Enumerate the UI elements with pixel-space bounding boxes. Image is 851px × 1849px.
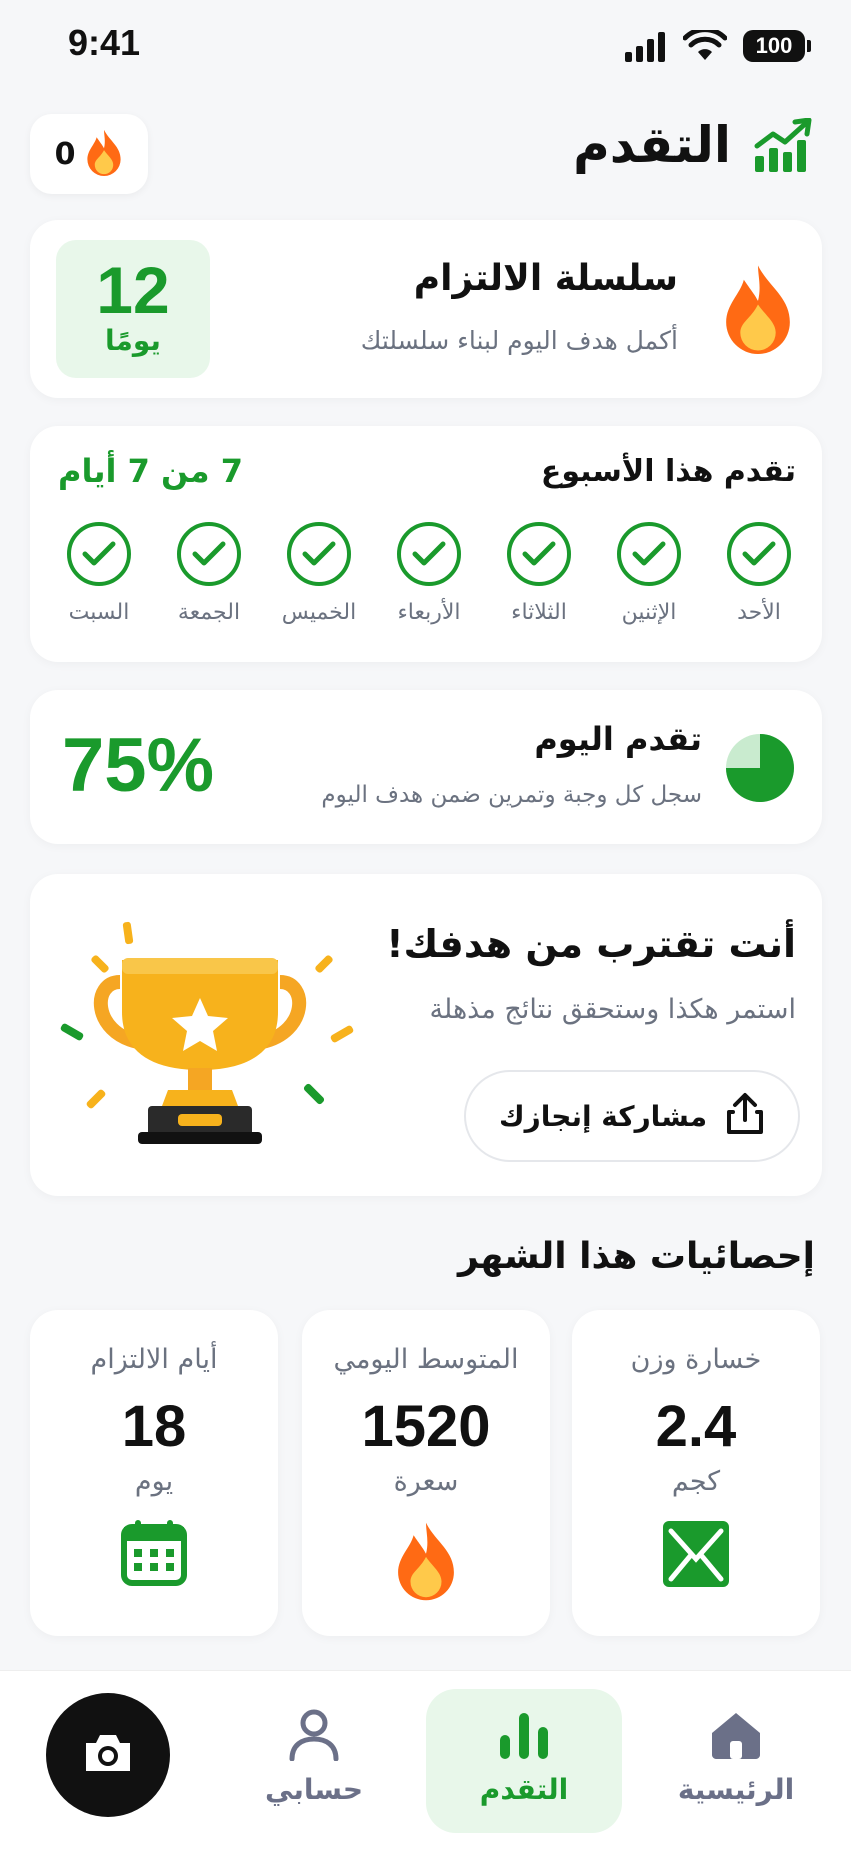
streak-subtitle: أكمل هدف اليوم لبناء سلسلتك <box>360 326 678 355</box>
day-label: الثلاثاء <box>511 600 567 625</box>
day-label: السبت <box>68 600 130 625</box>
user-icon <box>216 1709 412 1765</box>
streak-count: 0 <box>54 136 76 172</box>
today-subtitle: سجل كل وجبة وتمرين ضمن هدف اليوم <box>321 782 702 808</box>
streak-days-unit: يومًا <box>105 324 161 357</box>
scale-icon <box>572 1519 820 1593</box>
day-item: الجمعة <box>164 522 254 625</box>
goal-title: أنت تقترب من هدفك! <box>386 922 796 966</box>
camera-button[interactable] <box>46 1693 170 1817</box>
page-title: التقدم <box>573 116 731 174</box>
stat-unit: سعرة <box>393 1466 459 1497</box>
check-circle-icon <box>397 522 461 586</box>
stat-card: خسارة وزن 2.4 كجم <box>572 1310 820 1636</box>
calendar-icon <box>30 1519 278 1591</box>
check-circle-icon <box>727 522 791 586</box>
trophy-icon <box>52 892 362 1166</box>
goal-card: أنت تقترب من هدفك! استمر هكذا وستحقق نتا… <box>30 874 822 1196</box>
share-icon <box>725 1092 765 1140</box>
stat-unit: يوم <box>134 1466 174 1497</box>
camera-icon <box>82 1731 134 1779</box>
day-item: الأربعاء <box>384 522 474 625</box>
streak-days-value: 12 <box>96 253 170 327</box>
nav-label-home: الرئيسية <box>677 1773 795 1806</box>
stat-card: المتوسط اليومي 1520 سعرة <box>302 1310 550 1636</box>
check-circle-icon <box>507 522 571 586</box>
day-item: السبت <box>54 522 144 625</box>
day-item: الأحد <box>714 522 804 625</box>
week-summary: 7 من 7 أيام <box>58 452 244 490</box>
nav-item-home[interactable]: الرئيسية <box>638 1689 834 1833</box>
streak-days-box: 12 يومًا <box>56 240 210 378</box>
bottom-nav: الرئيسية التقدم حسابي <box>0 1670 851 1849</box>
stat-title: خسارة وزن <box>630 1344 762 1375</box>
wifi-icon <box>682 27 728 66</box>
check-circle-icon <box>287 522 351 586</box>
trending-chart-icon <box>753 117 813 178</box>
day-label: الأحد <box>737 600 781 625</box>
day-label: الأربعاء <box>397 600 461 625</box>
streak-card: سلسلة الالتزام أكمل هدف اليوم لبناء سلسل… <box>30 220 822 398</box>
monthly-title: إحصائيات هذا الشهر <box>458 1236 815 1277</box>
stat-value: 2.4 <box>655 1394 737 1459</box>
day-label: الإثنين <box>621 600 677 625</box>
stat-unit: كجم <box>671 1466 721 1497</box>
day-item: الثلاثاء <box>494 522 584 625</box>
nav-item-account[interactable]: حسابي <box>216 1689 412 1833</box>
stat-value: 18 <box>121 1394 187 1459</box>
stat-value: 1520 <box>361 1394 491 1459</box>
week-card: تقدم هذا الأسبوع 7 من 7 أيام الأحد الإثني… <box>30 426 822 662</box>
day-item: الخميس <box>274 522 364 625</box>
week-title: تقدم هذا الأسبوع <box>540 454 796 489</box>
big-flame-icon <box>722 262 794 358</box>
check-circle-icon <box>617 522 681 586</box>
today-title: تقدم اليوم <box>534 720 702 758</box>
goal-subtitle: استمر هكذا وستحقق نتائج مذهلة <box>429 994 796 1025</box>
pie-progress-icon <box>724 732 796 808</box>
home-icon <box>638 1709 834 1765</box>
share-achievement-button[interactable]: مشاركة إنجازك <box>464 1070 800 1162</box>
streak-pill[interactable]: 0 <box>30 114 148 194</box>
check-circle-icon <box>67 522 131 586</box>
stat-title: أيام الالتزام <box>90 1344 218 1375</box>
check-circle-icon <box>177 522 241 586</box>
today-card: تقدم اليوم سجل كل وجبة وتمرين ضمن هدف ال… <box>30 690 822 844</box>
bar-chart-icon <box>426 1709 622 1765</box>
flame-icon <box>85 128 123 180</box>
today-percent: 75% <box>62 723 215 808</box>
nav-item-progress[interactable]: التقدم <box>426 1689 622 1833</box>
flame-icon <box>302 1519 550 1605</box>
streak-title: سلسلة الالتزام <box>413 258 678 299</box>
nav-label-account: حسابي <box>264 1773 364 1806</box>
stat-title: المتوسط اليومي <box>333 1344 519 1375</box>
battery-indicator: 100 <box>743 30 811 62</box>
stat-card: أيام الالتزام 18 يوم <box>30 1310 278 1636</box>
share-label: مشاركة إنجازك <box>498 1099 708 1133</box>
nav-label-progress: التقدم <box>479 1773 569 1806</box>
status-time: 9:41 <box>68 22 141 63</box>
signal-icon <box>625 32 669 66</box>
day-item: الإثنين <box>604 522 694 625</box>
day-label: الجمعة <box>177 600 241 625</box>
day-label: الخميس <box>281 600 357 625</box>
